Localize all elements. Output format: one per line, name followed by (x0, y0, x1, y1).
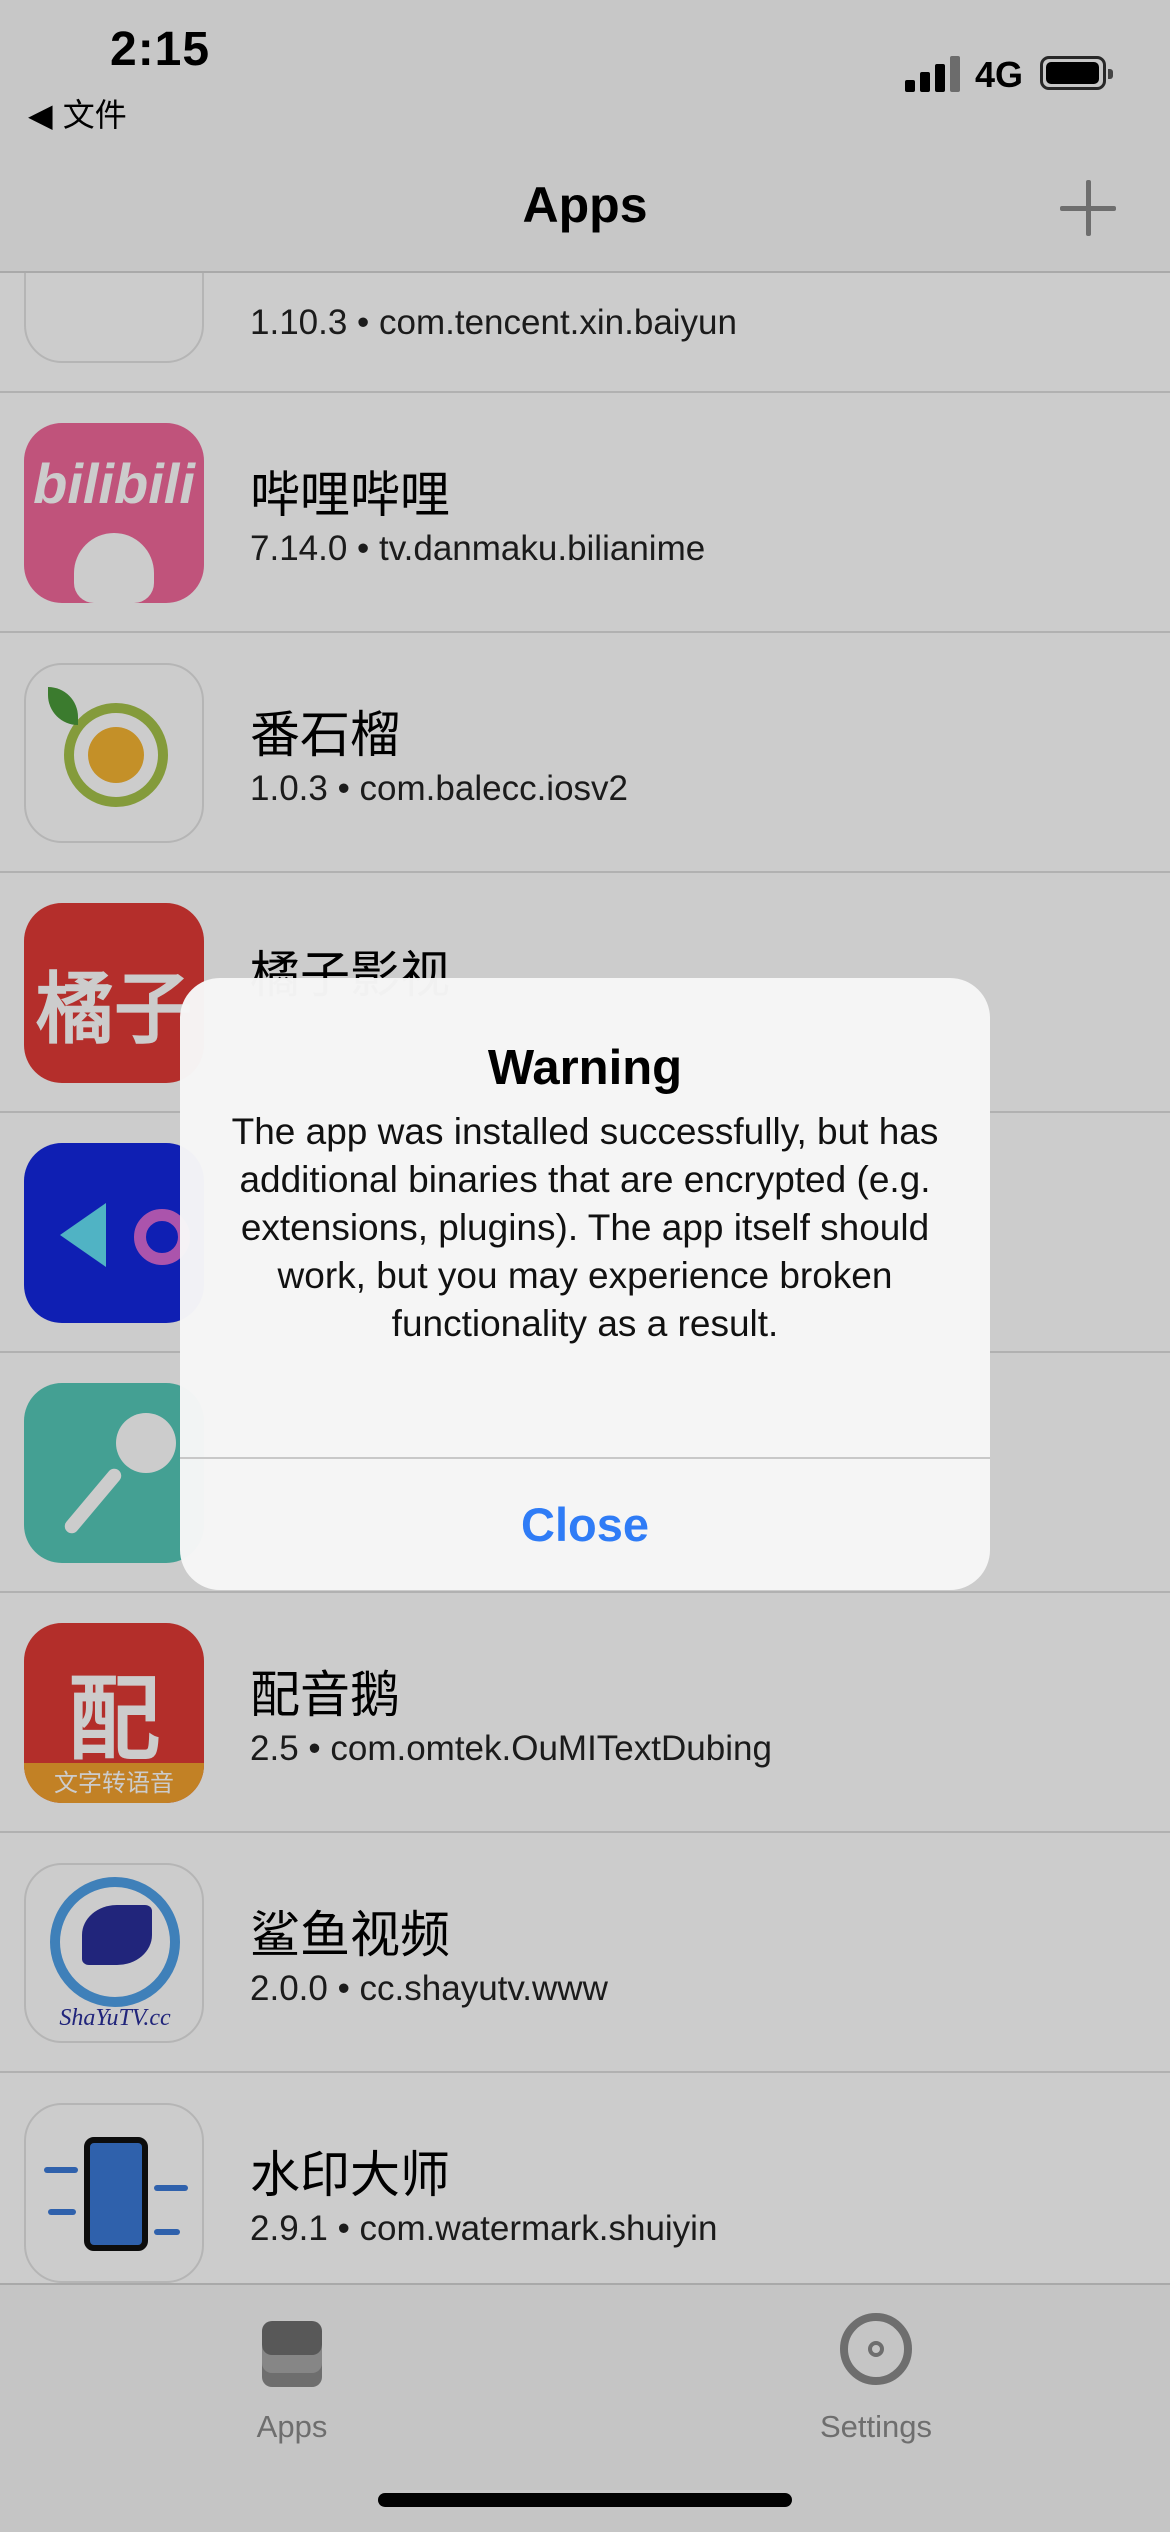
alert-message: The app was installed successfully, but … (231, 1111, 939, 1344)
warning-alert-dialog: Warning The app was installed successful… (180, 978, 990, 1590)
alert-title: Warning (487, 1041, 683, 1095)
close-button[interactable]: Close (180, 1459, 990, 1590)
screen: 2:15 ◀ 文件 4G Apps 1.10.3 • com.tencent.x… (0, 0, 1170, 2532)
